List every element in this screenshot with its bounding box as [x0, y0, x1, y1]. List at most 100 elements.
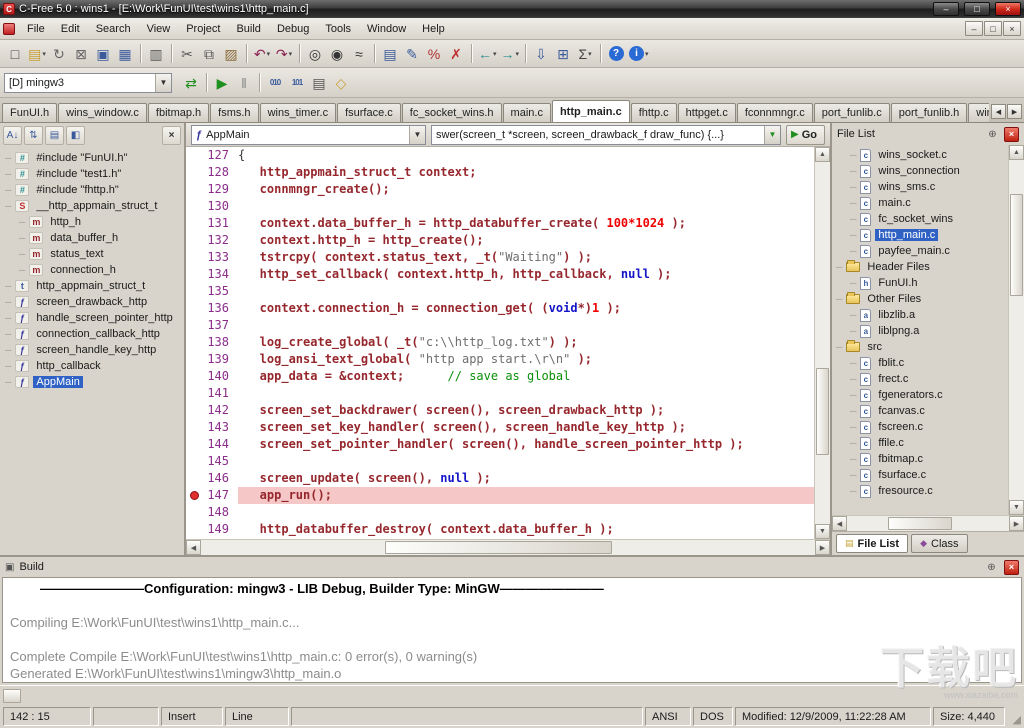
close-icon[interactable]: × — [162, 126, 181, 145]
tab-port_funlib.c[interactable]: port_funlib.c — [814, 103, 890, 122]
sort-group-icon[interactable]: ⇅ — [24, 126, 43, 145]
scroll-up-icon[interactable]: ▲ — [815, 147, 830, 162]
file-tree-item[interactable]: ─cpayfee_main.c — [836, 243, 1008, 259]
build-horizontal-scrollbar[interactable] — [0, 685, 1024, 705]
file-tree-item[interactable]: ─Header Files — [836, 259, 1008, 275]
find-in-files-icon[interactable]: ◉ — [326, 43, 348, 65]
symbol-item[interactable]: ─mstatus_text — [5, 246, 184, 262]
tab-wins_timer.c[interactable]: wins_timer.c — [260, 103, 337, 122]
tab-fhttp.c[interactable]: fhttp.c — [631, 103, 677, 122]
minimize-button[interactable]: – — [933, 2, 959, 16]
tab-main.c[interactable]: main.c — [503, 103, 551, 122]
close-icon[interactable]: × — [1004, 560, 1019, 575]
help-icon[interactable]: ? — [605, 43, 627, 65]
gutter-margin[interactable] — [186, 402, 202, 419]
find-icon[interactable]: ◎ — [304, 43, 326, 65]
build-output[interactable]: ————————Configuration: mingw3 - LIB Debu… — [2, 577, 1022, 683]
tab-httpget.c[interactable]: httpget.c — [678, 103, 736, 122]
close-icon[interactable]: × — [1004, 127, 1019, 142]
menu-tools[interactable]: Tools — [317, 20, 359, 38]
file-tree-item[interactable]: ─cfsurface.c — [836, 467, 1008, 483]
tab-fsurface.c[interactable]: fsurface.c — [337, 103, 401, 122]
file-tree-item[interactable]: ─Other Files — [836, 291, 1008, 307]
scroll-right-icon[interactable]: ▶ — [1009, 516, 1024, 531]
gutter-margin[interactable] — [186, 164, 202, 181]
scroll-thumb[interactable] — [816, 368, 829, 455]
delete-line-icon[interactable]: ✗ — [445, 43, 467, 65]
step-into-icon[interactable]: 010 — [264, 72, 286, 94]
menu-project[interactable]: Project — [178, 20, 228, 38]
file-tree-item[interactable]: ─cfblit.c — [836, 355, 1008, 371]
view-detail-icon[interactable]: ▤ — [45, 126, 64, 145]
build-icon[interactable]: ⊞ — [552, 43, 574, 65]
navigate-forward-icon[interactable]: →▾ — [499, 43, 522, 65]
gutter-margin[interactable] — [186, 521, 202, 538]
run-icon[interactable]: ▶ — [211, 72, 233, 94]
code-text-area[interactable]: 127{128 http_appmain_struct_t context;12… — [186, 147, 814, 539]
tab-port_funlib.h[interactable]: port_funlib.h — [891, 103, 968, 122]
file-tree-item[interactable]: ─cfc_socket_wins — [836, 211, 1008, 227]
menu-help[interactable]: Help — [414, 20, 453, 38]
save-icon[interactable]: ▣ — [92, 43, 114, 65]
file-tree-item[interactable]: ─cmain.c — [836, 195, 1008, 211]
tab-http_main.c[interactable]: http_main.c — [552, 100, 630, 122]
tab-class[interactable]: ◆Class — [911, 534, 967, 553]
tab-FunUI.h[interactable]: FunUI.h — [2, 103, 57, 122]
gutter-margin[interactable] — [186, 300, 202, 317]
scroll-right-icon[interactable]: ▶ — [815, 540, 830, 555]
mdi-minimize-button[interactable]: – — [965, 21, 983, 36]
reload-file-icon[interactable]: ↻ — [48, 43, 70, 65]
file-tree-item[interactable]: ─cwins_socket.c — [836, 147, 1008, 163]
tab-fc_socket_wins.h[interactable]: fc_socket_wins.h — [402, 103, 502, 122]
menu-window[interactable]: Window — [359, 20, 414, 38]
breakpoint-margin[interactable] — [186, 487, 202, 504]
symbol-item[interactable]: ─ƒscreen_drawback_http — [5, 294, 184, 310]
gutter-margin[interactable] — [186, 385, 202, 402]
symbol-item[interactable]: ─##include "fhttp.h" — [5, 182, 184, 198]
gutter-margin[interactable] — [186, 283, 202, 300]
editor-horizontal-scrollbar[interactable]: ◀ ▶ — [186, 539, 830, 555]
compile-icon[interactable]: ⇩ — [530, 43, 552, 65]
open-file-icon[interactable]: ▤▾ — [26, 43, 48, 65]
file-list-vertical-scrollbar[interactable]: ▲ ▼ — [1008, 145, 1024, 515]
gutter-margin[interactable] — [186, 181, 202, 198]
gutter-margin[interactable] — [186, 419, 202, 436]
file-tree-item[interactable]: ─alibzlib.a — [836, 307, 1008, 323]
file-tree-item[interactable]: ─cffile.c — [836, 435, 1008, 451]
paste-icon[interactable]: ▨ — [220, 43, 242, 65]
tab-wins_device.c[interactable]: wins_device.c — [968, 103, 989, 122]
syntax-check-icon[interactable]: % — [423, 43, 445, 65]
file-tree-item[interactable]: ─cfcanvas.c — [836, 403, 1008, 419]
symbol-item[interactable]: ─S__http_appmain_struct_t — [5, 198, 184, 214]
menu-file[interactable]: File — [19, 20, 53, 38]
pan-hand-icon[interactable]: ◇ — [330, 72, 352, 94]
file-tree-item[interactable]: ─cwins_connection — [836, 163, 1008, 179]
menu-search[interactable]: Search — [88, 20, 139, 38]
new-file-icon[interactable]: □ — [4, 43, 26, 65]
redo-icon[interactable]: ↷▾ — [273, 43, 295, 65]
close-button[interactable]: × — [995, 2, 1021, 16]
close-file-icon[interactable]: ⊠ — [70, 43, 92, 65]
window-list-icon[interactable]: ▤ — [379, 43, 401, 65]
mdi-close-button[interactable]: × — [1003, 21, 1021, 36]
copy-icon[interactable]: ⧉ — [198, 43, 220, 65]
pause-icon[interactable]: ‖ — [233, 72, 255, 94]
print-icon[interactable]: ▥ — [145, 43, 167, 65]
tab-scroll-right-icon[interactable]: ▶ — [1007, 104, 1022, 119]
scroll-up-icon[interactable]: ▲ — [1009, 145, 1024, 160]
file-list-horizontal-scrollbar[interactable]: ◀ ▶ — [832, 515, 1024, 531]
save-all-icon[interactable]: ▦ — [114, 43, 136, 65]
scroll-thumb[interactable] — [888, 517, 953, 530]
symbol-item[interactable]: ─ƒscreen_handle_key_http — [5, 342, 184, 358]
gutter-margin[interactable] — [186, 351, 202, 368]
tab-fbitmap.h[interactable]: fbitmap.h — [148, 103, 209, 122]
mdi-restore-button[interactable]: □ — [984, 21, 1002, 36]
about-icon[interactable]: i▾ — [627, 43, 651, 65]
sort-alpha-icon[interactable]: A↓ — [3, 126, 22, 145]
scroll-down-icon[interactable]: ▼ — [815, 524, 830, 539]
symbol-item[interactable]: ─ƒhandle_screen_pointer_http — [5, 310, 184, 326]
undo-icon[interactable]: ↶▾ — [251, 43, 273, 65]
filter-icon[interactable]: ◧ — [66, 126, 85, 145]
menu-view[interactable]: View — [139, 20, 179, 38]
scroll-thumb[interactable] — [3, 689, 21, 703]
